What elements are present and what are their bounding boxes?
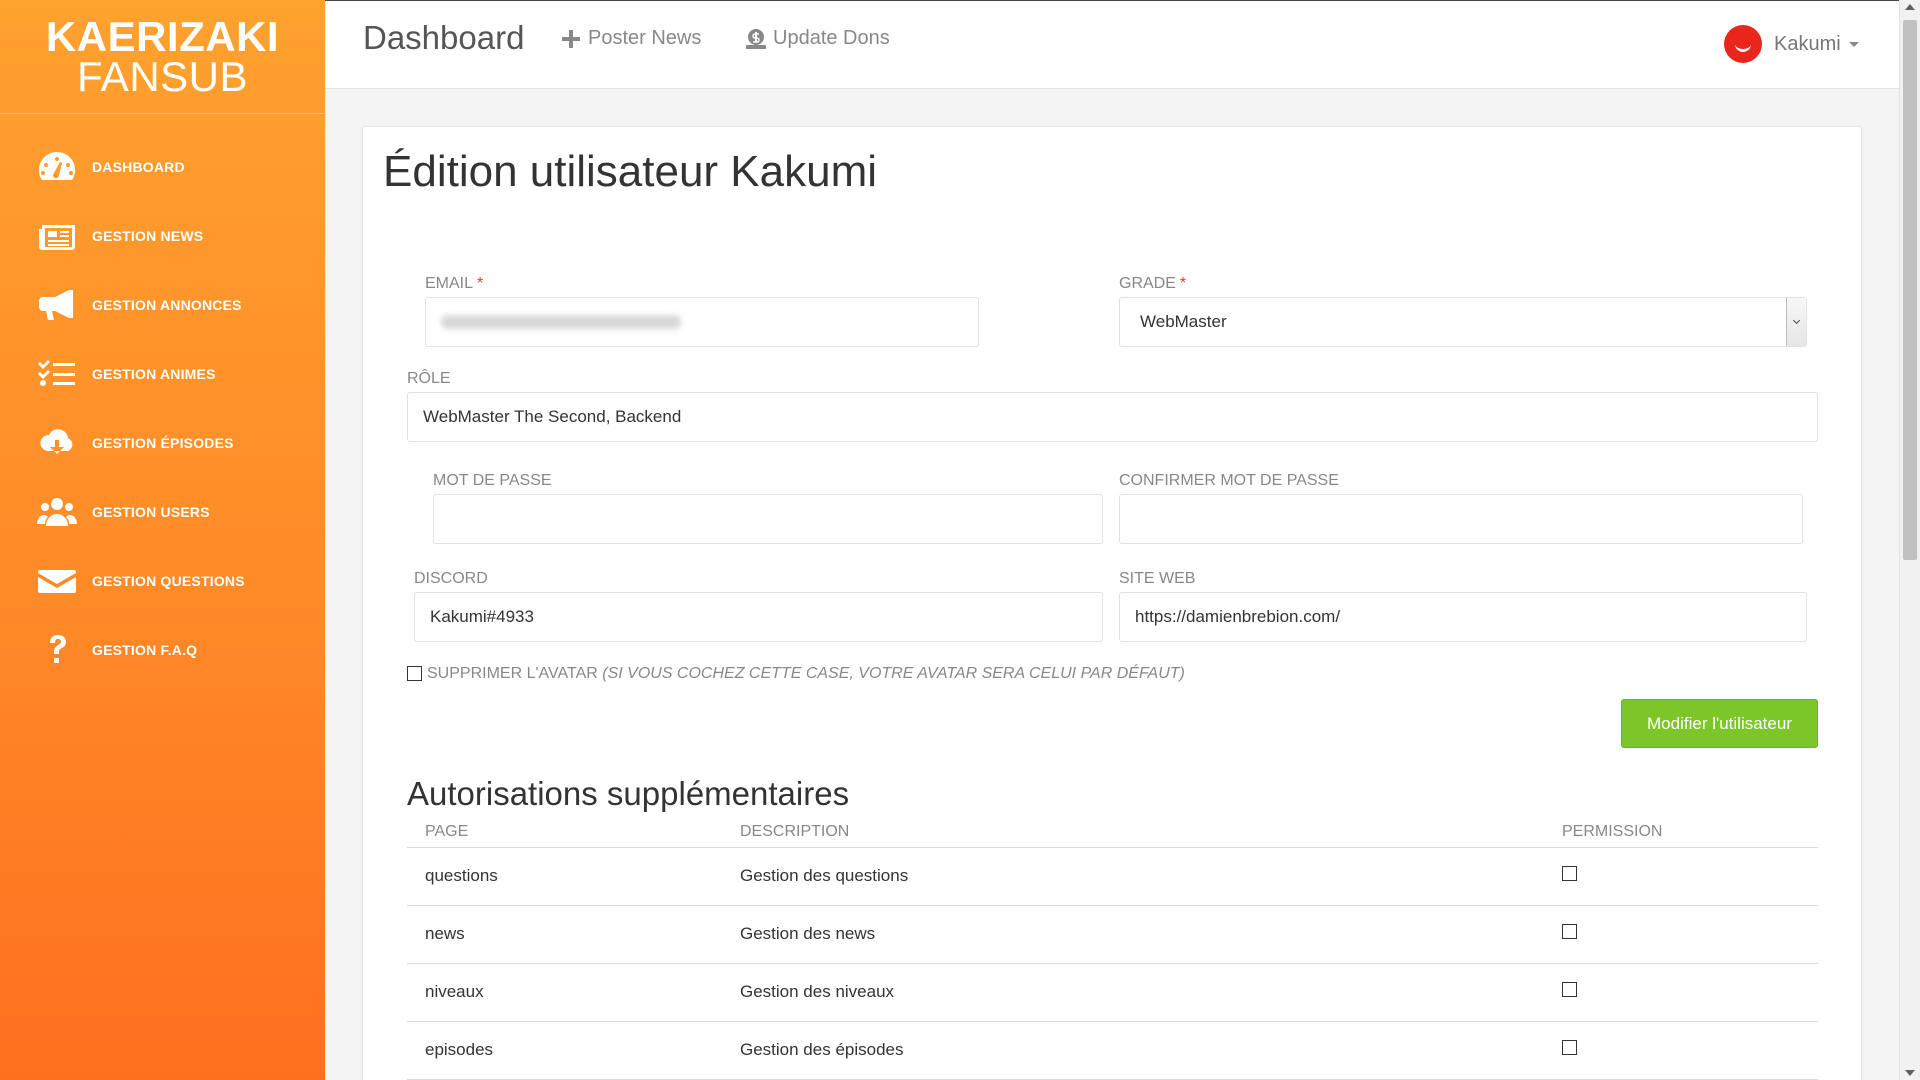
user-menu[interactable]: Kakumi [1724, 25, 1859, 63]
grade-select[interactable]: WebMaster [1119, 297, 1807, 347]
poster-news-link[interactable]: Poster News [560, 27, 701, 50]
row-page: niveaux [407, 963, 722, 1022]
row-description: Gestion des questions [722, 847, 1544, 906]
sidebar-item-label: GESTION ÉPISODES [92, 434, 234, 451]
discord-label: DISCORD [414, 570, 488, 587]
required-mark: * [1179, 275, 1187, 292]
select-arrow[interactable] [1786, 298, 1806, 346]
topbar: Dashboard Poster News Update Dons Kakumi [325, 0, 1899, 89]
chevron-down-icon [1792, 316, 1801, 325]
grade-selected-value: WebMaster [1140, 312, 1227, 331]
permission-checkbox[interactable] [1562, 982, 1577, 997]
password-field[interactable] [433, 494, 1103, 544]
sidebar-item-faq[interactable]: GESTION F.A.Q [0, 615, 325, 684]
sidebar-item-label: GESTION ANIMES [92, 365, 216, 382]
plus-icon [562, 29, 580, 48]
sidebar-item-label: GESTION NEWS [92, 227, 204, 244]
edit-user-card: Édition utilisateur Kakumi EMAIL * GRADE *… [362, 126, 1862, 1080]
users-icon [36, 494, 78, 530]
confirm-password-label: CONFIRMER MOT DE PASSE [1119, 472, 1339, 489]
sidebar-item-episodes[interactable]: GESTION ÉPISODES [0, 408, 325, 477]
poster-news-label: Poster News [588, 27, 702, 49]
caret-down-icon [1848, 41, 1859, 47]
sidebar-item-label: GESTION USERS [92, 503, 210, 520]
brand-line-1: KAERIZAKI [45, 12, 280, 60]
role-label: RÔLE [407, 370, 451, 387]
column-header-description: DESCRIPTION [722, 803, 1544, 848]
website-field[interactable] [1119, 592, 1807, 642]
row-description: Gestion des épisodes [722, 1021, 1544, 1080]
sidebar-item-label: GESTION ANNONCES [92, 296, 242, 313]
user-name: Kakumi [1774, 32, 1841, 55]
permissions-table: PAGE DESCRIPTION PERMISSION questions Ge… [407, 803, 1818, 1080]
row-page: episodes [407, 1021, 722, 1080]
cloud-download-icon [36, 425, 78, 461]
brand-logo[interactable]: KAERIZAKI FANSUB [0, 0, 325, 114]
discord-field[interactable] [414, 592, 1103, 642]
modify-user-button[interactable]: Modifier l'utilisateur [1621, 699, 1818, 748]
permission-checkbox[interactable] [1562, 924, 1577, 939]
grade-label-text: GRADE [1119, 275, 1176, 292]
permission-checkbox[interactable] [1562, 866, 1577, 881]
sidebar-item-label: GESTION F.A.Q [92, 641, 198, 658]
row-permission-cell [1544, 1021, 1818, 1080]
table-row: niveaux Gestion des niveaux [407, 963, 1818, 1022]
delete-avatar-checkbox[interactable] [407, 666, 422, 681]
row-permission-cell [1544, 905, 1818, 964]
question-mark-icon [36, 632, 78, 668]
column-header-page: PAGE [407, 803, 722, 848]
row-description: Gestion des niveaux [722, 963, 1544, 1022]
row-permission-cell [1544, 963, 1818, 1022]
password-label: MOT DE PASSE [433, 472, 552, 489]
email-label: EMAIL * [425, 275, 483, 293]
newspaper-icon [36, 218, 78, 254]
website-label: SITE WEB [1119, 570, 1196, 587]
scroll-up-arrow-icon[interactable] [1905, 4, 1915, 10]
update-dons-link[interactable]: Update Dons [745, 27, 890, 50]
page-title: Dashboard [363, 19, 525, 56]
row-permission-cell [1544, 847, 1818, 906]
table-row: episodes Gestion des épisodes [407, 1021, 1818, 1080]
avatar [1724, 25, 1762, 63]
table-header-row: PAGE DESCRIPTION PERMISSION [407, 803, 1818, 848]
email-value-redacted [441, 315, 681, 329]
required-mark: * [477, 275, 484, 292]
checklist-icon [36, 356, 78, 392]
email-label-text: EMAIL [425, 275, 474, 292]
sidebar-item-label: GESTION QUESTIONS [92, 572, 245, 589]
grade-label: GRADE * [1119, 275, 1186, 293]
table-row: news Gestion des news [407, 905, 1818, 964]
sidebar-item-news[interactable]: GESTION NEWS [0, 201, 325, 270]
sidebar-item-animes[interactable]: GESTION ANIMES [0, 339, 325, 408]
email-field[interactable] [425, 297, 979, 347]
scroll-down-arrow-icon[interactable] [1905, 1070, 1915, 1076]
scrollbar-thumb[interactable] [1903, 20, 1917, 560]
column-header-permission: PERMISSION [1544, 803, 1818, 848]
sidebar: KAERIZAKI FANSUB DASHBOARD GESTION NEWS … [0, 0, 325, 1080]
megaphone-icon [36, 287, 78, 323]
permission-checkbox[interactable] [1562, 1040, 1577, 1055]
confirm-password-field[interactable] [1119, 494, 1803, 544]
row-page: news [407, 905, 722, 964]
sidebar-item-annonces[interactable]: GESTION ANNONCES [0, 270, 325, 339]
form-title: Édition utilisateur Kakumi [383, 147, 878, 196]
row-description: Gestion des news [722, 905, 1544, 964]
delete-avatar-hint: (SI VOUS COCHEZ CETTE CASE, VOTRE AVATAR… [602, 665, 1185, 682]
envelope-icon [36, 563, 78, 599]
delete-avatar-text: SUPPRIMER L'AVATAR [427, 665, 598, 682]
sidebar-item-questions[interactable]: GESTION QUESTIONS [0, 546, 325, 615]
sidebar-item-users[interactable]: GESTION USERS [0, 477, 325, 546]
role-field[interactable] [407, 392, 1818, 442]
update-dons-label: Update Dons [773, 27, 890, 49]
delete-avatar-label: SUPPRIMER L'AVATAR (SI VOUS COCHEZ CETTE… [427, 665, 1185, 683]
sidebar-item-dashboard[interactable]: DASHBOARD [0, 132, 325, 201]
table-row: questions Gestion des questions [407, 847, 1818, 906]
brand-line-2: FANSUB [76, 52, 249, 100]
sidebar-nav: DASHBOARD GESTION NEWS GESTION ANNONCES … [0, 132, 325, 684]
row-page: questions [407, 847, 722, 906]
money-icon [746, 28, 766, 49]
page-scrollbar[interactable] [1899, 0, 1920, 1080]
dashboard-gauge-icon [36, 149, 78, 185]
sidebar-item-label: DASHBOARD [92, 158, 185, 175]
